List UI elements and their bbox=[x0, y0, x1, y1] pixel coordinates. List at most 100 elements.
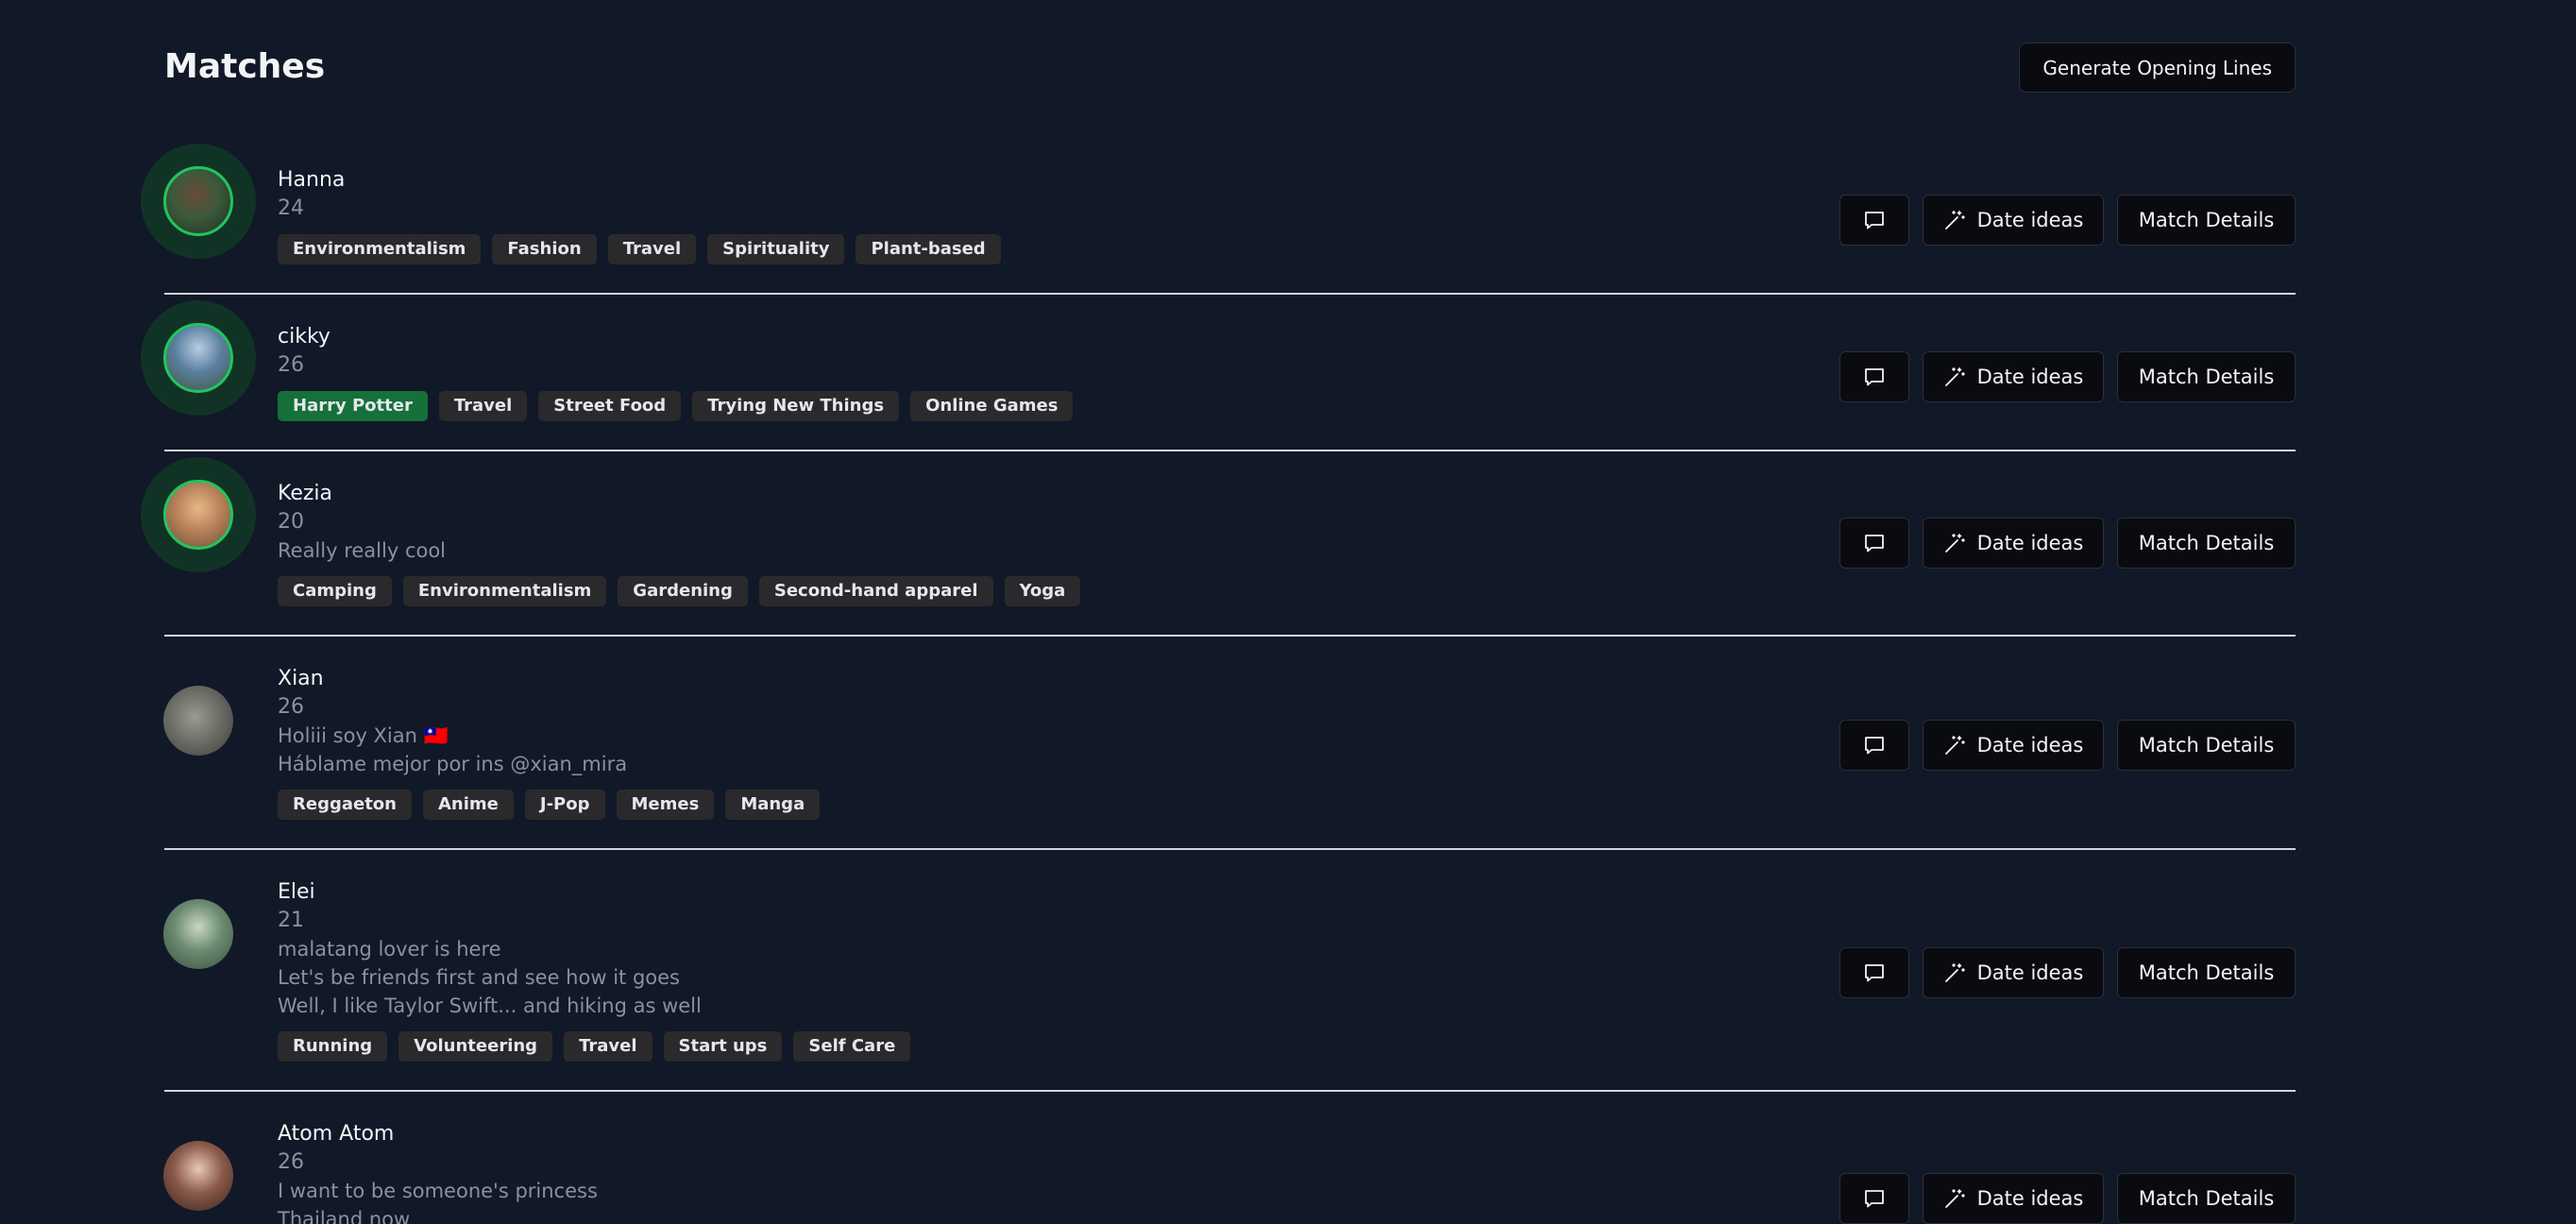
date-ideas-button[interactable]: Date ideas bbox=[1923, 518, 2104, 569]
match-details-button[interactable]: Match Details bbox=[2117, 720, 2296, 771]
match-details-button[interactable]: Match Details bbox=[2117, 947, 2296, 998]
magic-wand-icon bbox=[1943, 366, 1966, 388]
interest-tag: Plant-based bbox=[856, 234, 1001, 264]
match-row: Xian 26 Holiii soy Xian 🇹🇼 Háblame mejor po… bbox=[163, 637, 2296, 850]
match-details-button[interactable]: Match Details bbox=[2117, 195, 2296, 246]
chat-button[interactable] bbox=[1839, 720, 1909, 771]
match-name: Elei bbox=[278, 880, 315, 904]
date-ideas-button[interactable]: Date ideas bbox=[1923, 195, 2104, 246]
page-header: Matches Generate Opening Lines bbox=[164, 0, 2296, 138]
date-ideas-label: Date ideas bbox=[1976, 209, 2084, 231]
chat-button[interactable] bbox=[1839, 947, 1909, 998]
date-ideas-label: Date ideas bbox=[1976, 532, 2084, 554]
match-info: cikky 26 Harry Potter Travel Street Food Tryi… bbox=[278, 323, 1074, 421]
match-row: Elei 21 malatang lover is here Let's be fri… bbox=[163, 850, 2296, 1092]
interest-tag: Travel bbox=[607, 234, 697, 264]
avatar[interactable] bbox=[163, 166, 233, 236]
match-details-button[interactable]: Match Details bbox=[2117, 518, 2296, 569]
avatar-container bbox=[141, 663, 256, 778]
match-info: Atom Atom 26 I want to be someone's prince… bbox=[278, 1120, 598, 1224]
match-actions: Date ideas Match Details bbox=[1839, 518, 2296, 569]
interest-tag: Environmentalism bbox=[278, 234, 482, 264]
message-square-icon bbox=[1863, 961, 1886, 984]
interest-tags: Camping Environmentalism Gardening Second-h… bbox=[278, 576, 1081, 606]
interest-tag: Travel bbox=[564, 1031, 652, 1062]
match-name: Hanna bbox=[278, 168, 346, 192]
shared-interest-tag: Harry Potter bbox=[278, 391, 428, 421]
interest-tag: Gardening bbox=[618, 576, 748, 606]
message-square-icon bbox=[1863, 209, 1886, 231]
match-details-button[interactable]: Match Details bbox=[2117, 351, 2296, 402]
avatar-container bbox=[141, 876, 256, 992]
chat-button[interactable] bbox=[1839, 518, 1909, 569]
interest-tag: Yoga bbox=[1004, 576, 1081, 606]
avatar[interactable] bbox=[163, 323, 233, 393]
avatar[interactable] bbox=[163, 1141, 233, 1211]
magic-wand-icon bbox=[1943, 734, 1966, 756]
date-ideas-button[interactable]: Date ideas bbox=[1923, 1173, 2104, 1224]
interest-tag: J-Pop bbox=[524, 790, 605, 820]
avatar[interactable] bbox=[163, 899, 233, 969]
magic-wand-icon bbox=[1943, 1187, 1966, 1210]
match-row: Kezia 20 Really really cool Camping Environm… bbox=[141, 451, 2296, 637]
match-actions: Date ideas Match Details bbox=[1839, 947, 2296, 998]
magic-wand-icon bbox=[1943, 961, 1966, 984]
date-ideas-button[interactable]: Date ideas bbox=[1923, 947, 2104, 998]
avatar-container bbox=[141, 300, 256, 416]
avatar[interactable] bbox=[163, 686, 233, 756]
message-square-icon bbox=[1863, 734, 1886, 756]
match-bio-line: I want to be someone's princess bbox=[278, 1180, 598, 1202]
interest-tag: Camping bbox=[278, 576, 392, 606]
interest-tag: Online Games bbox=[910, 391, 1074, 421]
match-age: 26 bbox=[278, 1150, 304, 1174]
match-age: 21 bbox=[278, 909, 304, 932]
interest-tags: Reggaeton Anime J-Pop Memes Manga bbox=[278, 790, 821, 820]
match-actions: Date ideas Match Details bbox=[1839, 1173, 2296, 1224]
chat-button[interactable] bbox=[1839, 195, 1909, 246]
date-ideas-label: Date ideas bbox=[1976, 366, 2084, 388]
avatar[interactable] bbox=[163, 480, 233, 550]
match-bio-line: Let's be friends first and see how it go… bbox=[278, 966, 680, 989]
match-bio-line: Holiii soy Xian 🇹🇼 bbox=[278, 724, 449, 747]
date-ideas-label: Date ideas bbox=[1976, 734, 2084, 756]
interest-tag: Trying New Things bbox=[692, 391, 900, 421]
generate-opening-lines-button[interactable]: Generate Opening Lines bbox=[2019, 42, 2296, 93]
interest-tag: Self Care bbox=[793, 1031, 911, 1062]
match-info: Xian 26 Holiii soy Xian 🇹🇼 Háblame mejor po… bbox=[278, 665, 821, 820]
matches-container: Matches Generate Opening Lines Hanna 24 En… bbox=[141, 0, 2296, 1224]
avatar-container bbox=[141, 144, 256, 259]
match-info: Hanna 24 Environmentalism Fashion Travel Spir… bbox=[278, 166, 1001, 264]
page-title: Matches bbox=[164, 47, 326, 86]
match-name: Kezia bbox=[278, 482, 333, 505]
match-actions: Date ideas Match Details bbox=[1839, 195, 2296, 246]
interest-tag: Manga bbox=[725, 790, 821, 820]
match-name: Atom Atom bbox=[278, 1122, 395, 1146]
match-row: cikky 26 Harry Potter Travel Street Food Tryi… bbox=[141, 295, 2296, 451]
interest-tags: Harry Potter Travel Street Food Trying New … bbox=[278, 391, 1074, 421]
interest-tag: Environmentalism bbox=[402, 576, 607, 606]
match-details-button[interactable]: Match Details bbox=[2117, 1173, 2296, 1224]
interest-tag: Running bbox=[278, 1031, 388, 1062]
date-ideas-button[interactable]: Date ideas bbox=[1923, 720, 2104, 771]
magic-wand-icon bbox=[1943, 532, 1966, 554]
match-bio-line: Well, I like Taylor Swift... and hiking … bbox=[278, 994, 702, 1017]
interest-tags: Running Volunteering Travel Start ups Self C… bbox=[278, 1031, 911, 1062]
match-age: 24 bbox=[278, 196, 304, 220]
match-bio-line: malatang lover is here bbox=[278, 938, 501, 960]
match-name: Xian bbox=[278, 667, 324, 690]
match-bio-line: Thailand now bbox=[278, 1208, 411, 1224]
match-age: 26 bbox=[278, 695, 304, 719]
message-square-icon bbox=[1863, 532, 1886, 554]
match-actions: Date ideas Match Details bbox=[1839, 351, 2296, 402]
interest-tag: Reggaeton bbox=[278, 790, 412, 820]
chat-button[interactable] bbox=[1839, 1173, 1909, 1224]
match-actions: Date ideas Match Details bbox=[1839, 720, 2296, 771]
chat-button[interactable] bbox=[1839, 351, 1909, 402]
interest-tag: Volunteering bbox=[398, 1031, 553, 1062]
avatar-container bbox=[141, 457, 256, 572]
match-row: Hanna 24 Environmentalism Fashion Travel Spir… bbox=[141, 138, 2296, 295]
match-age: 20 bbox=[278, 510, 304, 534]
date-ideas-button[interactable]: Date ideas bbox=[1923, 351, 2104, 402]
interest-tag: Fashion bbox=[492, 234, 597, 264]
date-ideas-label: Date ideas bbox=[1976, 1187, 2084, 1210]
